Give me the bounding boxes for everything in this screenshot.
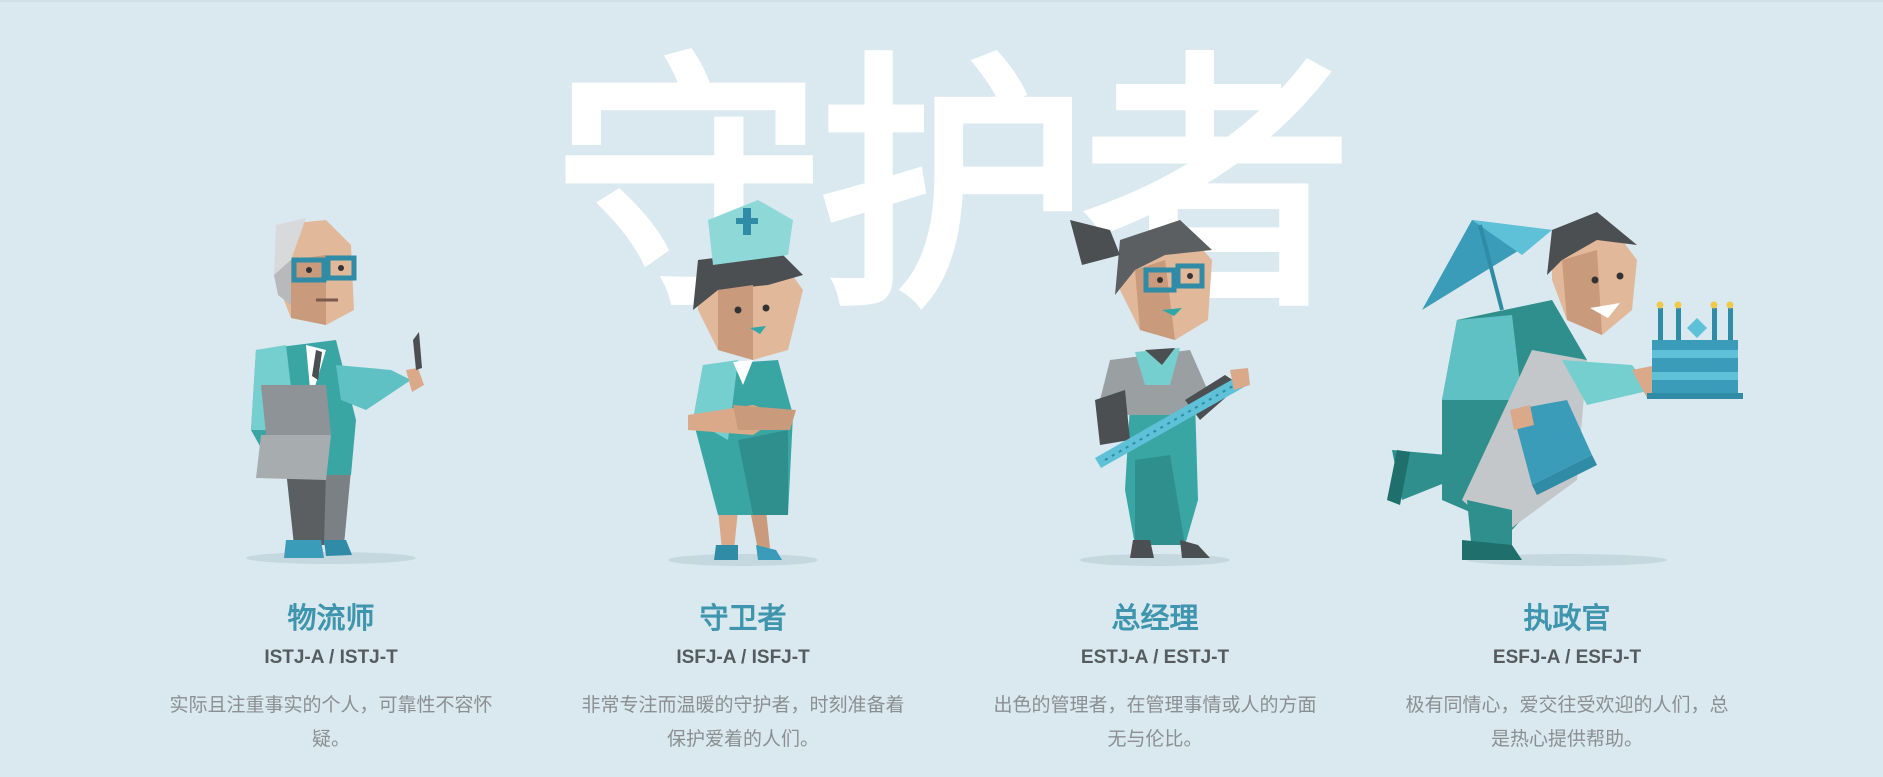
- type-description: 极有同情心，爱交往受欢迎的人们，总是热心提供帮助。: [1405, 694, 1729, 750]
- type-description: 非常专注而温暖的守护者，时刻准备着保护爱着的人们。: [581, 694, 905, 750]
- type-name: 物流师: [287, 601, 375, 635]
- type-card-isfj[interactable]: 守卫者 ISFJ-A / ISFJ-T 非常专注而温暖的守护者，时刻准备着保护爱…: [538, 0, 948, 777]
- type-card-estj[interactable]: 总经理 ESTJ-A / ESTJ-T 出色的管理者，在管理事情或人的方面无与伦…: [950, 0, 1360, 777]
- type-code: ISTJ-A / ISTJ-T: [264, 647, 398, 668]
- type-card-esfj[interactable]: 执政官 ESFJ-A / ESFJ-T 极有同情心，爱交往受欢迎的人们，总是热心…: [1362, 0, 1772, 777]
- type-description: 实际且注重事实的个人，可靠性不容怀疑。: [169, 694, 493, 750]
- executive-illustration: [950, 200, 1360, 570]
- type-code: ISFJ-A / ISFJ-T: [676, 647, 810, 668]
- type-name: 守卫者: [699, 601, 787, 635]
- type-name: 执政官: [1523, 601, 1611, 635]
- type-name: 总经理: [1111, 601, 1199, 635]
- type-code: ESFJ-A / ESFJ-T: [1492, 647, 1642, 668]
- logistician-illustration: [126, 200, 536, 570]
- type-card-istj[interactable]: 物流师 ISTJ-A / ISTJ-T 实际且注重事实的个人，可靠性不容怀疑。: [126, 0, 536, 777]
- defender-illustration: [538, 200, 948, 570]
- type-code: ESTJ-A / ESTJ-T: [1080, 647, 1230, 668]
- consul-illustration: [1362, 200, 1772, 570]
- type-description: 出色的管理者，在管理事情或人的方面无与伦比。: [993, 694, 1317, 750]
